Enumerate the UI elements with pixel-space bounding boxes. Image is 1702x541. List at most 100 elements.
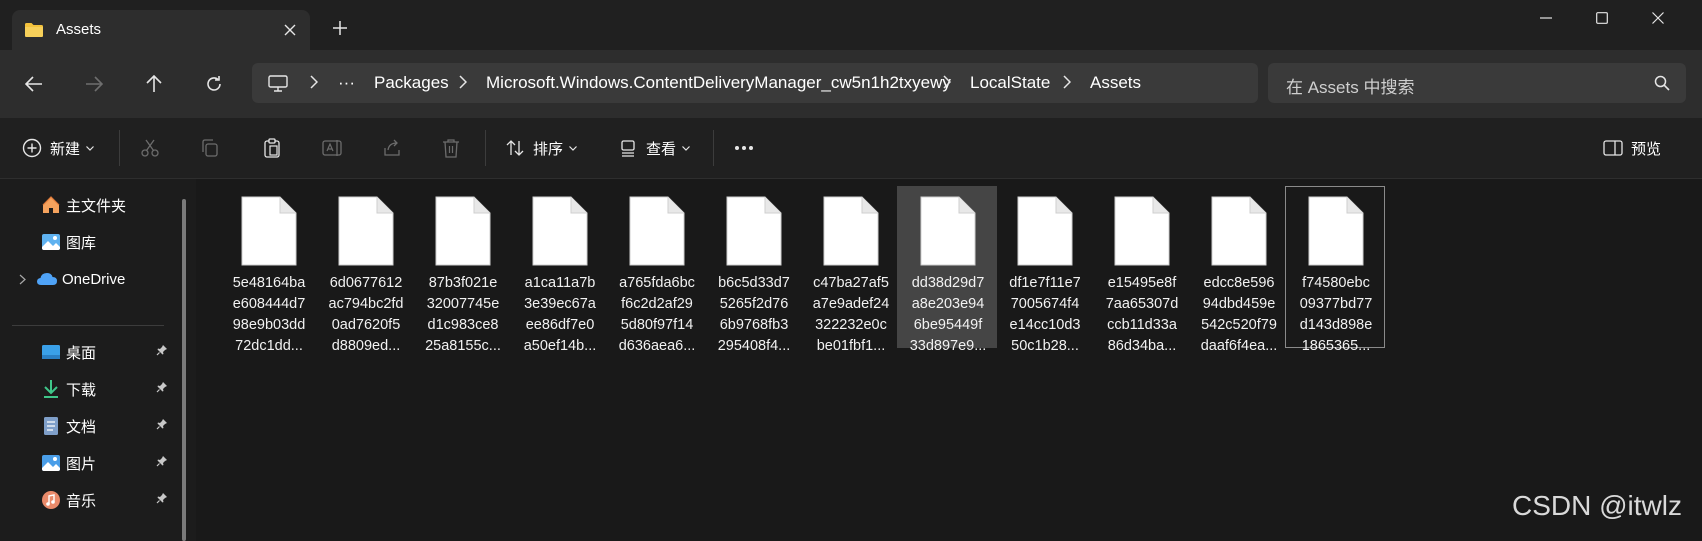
copy-button[interactable] bbox=[200, 136, 220, 160]
forward-button[interactable] bbox=[82, 72, 106, 96]
more-icon bbox=[735, 146, 753, 150]
divider bbox=[119, 130, 120, 166]
breadcrumb-contentdeliverymanager[interactable]: Microsoft.Windows.ContentDeliveryManager… bbox=[486, 73, 951, 93]
file-item[interactable]: a765fda6bc f6c2d2af29 5d80f97f14 d636aea… bbox=[606, 186, 706, 354]
chevron-right-icon[interactable] bbox=[943, 75, 952, 94]
file-item[interactable]: c47ba27af5 a7e9adef24 322232e0c be01fbf1… bbox=[800, 186, 900, 354]
tab-assets[interactable]: Assets bbox=[12, 10, 310, 50]
command-bar: 新建 排序 查看 预览 bbox=[0, 118, 1702, 179]
arrow-left-icon bbox=[25, 76, 42, 92]
minimize-icon bbox=[1540, 17, 1552, 19]
file-icon bbox=[629, 196, 685, 266]
scissors-icon bbox=[141, 139, 159, 157]
more-options-button[interactable] bbox=[734, 136, 754, 160]
chevron-right-icon[interactable] bbox=[14, 268, 30, 290]
file-name: dd38d29d7 a8e203e94 6be95449f 33d897e9..… bbox=[909, 275, 987, 354]
paste-button[interactable] bbox=[262, 136, 282, 160]
view-label: 查看 bbox=[646, 140, 677, 158]
sort-label: 排序 bbox=[533, 140, 564, 158]
sidebar-item-label: OneDrive bbox=[62, 270, 126, 288]
new-button[interactable]: 新建 bbox=[22, 136, 94, 160]
search-input[interactable]: 在 Assets 中搜索 bbox=[1286, 73, 1414, 98]
rename-icon bbox=[322, 140, 342, 156]
sidebar-item-desktop[interactable]: 桌面 bbox=[40, 337, 180, 367]
cut-button[interactable] bbox=[140, 136, 160, 160]
sidebar-item-label: 主文件夹 bbox=[66, 197, 127, 215]
file-name: c47ba27af5 a7e9adef24 322232e0c be01fbf1… bbox=[812, 275, 890, 354]
navigation-bar: ··· Packages Microsoft.Windows.ContentDe… bbox=[0, 50, 1702, 118]
up-button[interactable] bbox=[142, 72, 166, 96]
sidebar-item-music[interactable]: 音乐 bbox=[40, 485, 180, 515]
sidebar-item-label: 图库 bbox=[66, 234, 97, 252]
file-item-focused[interactable]: f74580ebc 09377bd77 d143d898e 1865365... bbox=[1285, 186, 1385, 354]
clipboard-icon bbox=[264, 138, 280, 158]
sort-button[interactable]: 排序 bbox=[505, 136, 577, 160]
view-button[interactable]: 查看 bbox=[618, 136, 690, 160]
refresh-button[interactable] bbox=[202, 72, 226, 96]
pictures-icon bbox=[40, 452, 62, 474]
sidebar-item-downloads[interactable]: 下载 bbox=[40, 374, 180, 404]
close-tab-button[interactable] bbox=[280, 20, 300, 40]
preview-pane-button[interactable]: 预览 bbox=[1603, 136, 1661, 160]
search-box[interactable]: 在 Assets 中搜索 bbox=[1268, 63, 1686, 103]
file-icon bbox=[338, 196, 394, 266]
home-icon bbox=[40, 194, 62, 216]
breadcrumb-localstate[interactable]: LocalState bbox=[970, 73, 1050, 93]
sidebar-item-onedrive[interactable]: OneDrive bbox=[14, 264, 125, 294]
sidebar-item-gallery[interactable]: 图库 bbox=[40, 227, 96, 257]
sidebar-item-home[interactable]: 主文件夹 bbox=[40, 190, 126, 220]
address-bar[interactable]: ··· Packages Microsoft.Windows.ContentDe… bbox=[252, 63, 1258, 103]
pin-icon[interactable] bbox=[156, 491, 168, 509]
folder-icon bbox=[24, 22, 44, 43]
computer-icon[interactable] bbox=[268, 75, 288, 97]
breadcrumb-assets[interactable]: Assets bbox=[1090, 73, 1141, 93]
add-circle-icon bbox=[22, 138, 42, 158]
file-name: 87b3f021e 32007745e d1c983ce8 25a8155c..… bbox=[425, 275, 501, 354]
close-window-button[interactable] bbox=[1630, 0, 1686, 36]
file-item[interactable]: a1ca11a7b 3e39ec67a ee86df7e0 a50ef14b..… bbox=[509, 186, 609, 354]
file-icon bbox=[823, 196, 879, 266]
breadcrumb-overflow[interactable]: ··· bbox=[338, 73, 355, 93]
file-item[interactable]: e15495e8f 7aa65307d ccb11d33a 86d34ba... bbox=[1091, 186, 1191, 354]
close-icon bbox=[284, 24, 296, 36]
pin-icon[interactable] bbox=[156, 454, 168, 472]
chevron-right-icon[interactable] bbox=[459, 75, 468, 94]
pin-icon[interactable] bbox=[156, 380, 168, 398]
copy-icon bbox=[202, 139, 218, 157]
music-icon bbox=[40, 489, 62, 511]
pin-icon[interactable] bbox=[156, 343, 168, 361]
file-item[interactable]: 5e48164ba e608444d7 98e9b03dd 72dc1dd... bbox=[218, 186, 318, 354]
file-item[interactable]: df1e7f11e7 7005674f4 e14cc10d3 50c1b28..… bbox=[994, 186, 1094, 354]
file-item[interactable]: 6d0677612 ac794bc2fd 0ad7620f5 d8809ed..… bbox=[315, 186, 415, 354]
file-item[interactable]: 87b3f021e 32007745e d1c983ce8 25a8155c..… bbox=[412, 186, 512, 354]
file-name: e15495e8f 7aa65307d ccb11d33a 86d34ba... bbox=[1105, 275, 1179, 354]
file-icon bbox=[241, 196, 297, 266]
file-item[interactable]: b6c5d33d7 5265f2d76 6b9768fb3 295408f4..… bbox=[703, 186, 803, 354]
sidebar-item-label: 下载 bbox=[66, 381, 97, 399]
file-icon bbox=[1308, 196, 1364, 266]
share-icon bbox=[384, 139, 400, 156]
maximize-button[interactable] bbox=[1574, 0, 1630, 36]
minimize-button[interactable] bbox=[1518, 0, 1574, 36]
breadcrumb-packages[interactable]: Packages bbox=[374, 73, 449, 93]
file-name: edcc8e596 94dbd459e 542c520f79 daaf6f4ea… bbox=[1200, 275, 1278, 354]
file-name: df1e7f11e7 7005674f4 e14cc10d3 50c1b28..… bbox=[1009, 275, 1081, 354]
chevron-right-icon[interactable] bbox=[310, 75, 319, 94]
file-item[interactable]: edcc8e596 94dbd459e 542c520f79 daaf6f4ea… bbox=[1188, 186, 1288, 354]
pin-icon[interactable] bbox=[156, 417, 168, 435]
new-tab-button[interactable] bbox=[330, 18, 350, 38]
file-name: 6d0677612 ac794bc2fd 0ad7620f5 d8809ed..… bbox=[328, 275, 404, 354]
file-icon bbox=[1017, 196, 1073, 266]
chevron-right-icon[interactable] bbox=[1063, 75, 1072, 94]
share-button[interactable] bbox=[382, 136, 402, 160]
back-button[interactable] bbox=[22, 72, 46, 96]
file-item-hovered[interactable]: dd38d29d7 a8e203e94 6be95449f 33d897e9..… bbox=[897, 186, 997, 354]
file-name: b6c5d33d7 5265f2d76 6b9768fb3 295408f4..… bbox=[717, 275, 791, 354]
new-label: 新建 bbox=[50, 140, 81, 158]
delete-button[interactable] bbox=[442, 136, 460, 160]
sidebar-scrollbar[interactable] bbox=[182, 199, 186, 541]
title-bar: Assets bbox=[0, 0, 1702, 50]
sidebar-item-documents[interactable]: 文档 bbox=[40, 411, 180, 441]
rename-button[interactable] bbox=[322, 136, 344, 160]
sidebar-item-pictures[interactable]: 图片 bbox=[40, 448, 180, 478]
